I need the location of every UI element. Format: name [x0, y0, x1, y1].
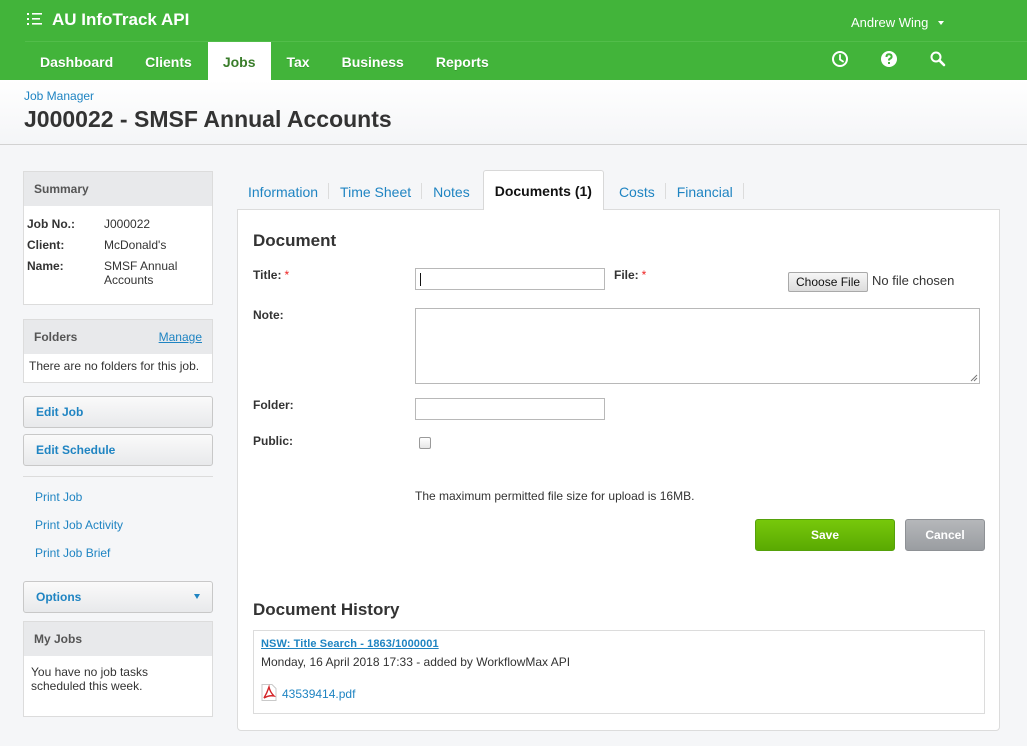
cancel-button[interactable]: Cancel [905, 519, 985, 551]
summary-value: J000022 [104, 217, 151, 231]
summary-key: Job No.: [27, 217, 75, 231]
file-size-hint: The maximum permitted file size for uplo… [415, 489, 695, 503]
file-label: File: * [614, 268, 646, 282]
summary-value: McDonald's [104, 238, 167, 252]
title-input[interactable] [415, 268, 605, 290]
tab-information[interactable]: Information [237, 173, 330, 210]
pdf-icon [261, 684, 277, 704]
sidebar: Summary Job No.: J000022 Client: McDonald'… [23, 171, 213, 717]
tab-costs[interactable]: Costs [604, 173, 666, 210]
app-title: AU InfoTrack API [52, 10, 190, 29]
options-dropdown[interactable]: Options [23, 581, 213, 613]
tab-time-sheet[interactable]: Time Sheet [329, 173, 423, 210]
required-mark: * [284, 268, 290, 282]
public-label: Public: [253, 434, 294, 448]
tab-documents[interactable]: Documents (1) [482, 170, 604, 210]
no-file-text: No file chosen [872, 273, 955, 288]
help-icon[interactable] [880, 50, 898, 68]
document-heading: Document [253, 231, 337, 250]
tab-label: Time Sheet [340, 184, 412, 200]
nav-clients[interactable]: Clients [129, 42, 208, 80]
tab-label: Financial [676, 184, 733, 200]
save-button[interactable]: Save [755, 519, 895, 551]
documents-panel: Document Title: * File: * Choose File No f… [237, 209, 1000, 731]
folders-heading: Folders Manage [24, 320, 212, 354]
choose-file-button[interactable]: Choose File [788, 272, 869, 292]
search-icon[interactable] [929, 50, 947, 68]
breadcrumb-job-manager[interactable]: Job Manager [24, 89, 94, 103]
manage-folders-link[interactable]: Manage [159, 320, 202, 354]
print-links: Print Job Print Job Activity Print Job B… [23, 477, 213, 567]
file-label-text: File: [614, 268, 639, 282]
user-menu[interactable]: Andrew Wing [851, 15, 945, 30]
nav-dashboard[interactable]: Dashboard [24, 42, 129, 80]
folder-label: Folder: [253, 398, 294, 412]
summary-heading: Summary [24, 172, 212, 206]
text-cursor [420, 273, 421, 286]
note-label: Note: [253, 308, 284, 322]
my-jobs-heading: My Jobs [24, 622, 212, 656]
tab-label: Information [248, 184, 319, 200]
required-mark: * [641, 268, 647, 282]
summary-row: Name: SMSF Annual Accounts [27, 259, 209, 287]
caret-down-icon [194, 594, 200, 599]
tab-financial[interactable]: Financial [666, 173, 744, 210]
job-tabs: Information Time Sheet Notes Documents (… [237, 170, 744, 210]
print-job-brief-link[interactable]: Print Job Brief [35, 539, 213, 567]
tab-label: Documents (1) [494, 183, 592, 199]
top-bar: AU InfoTrack API Andrew Wing Dashboard C… [0, 0, 1027, 80]
public-checkbox[interactable] [419, 437, 431, 449]
title-label-text: Title: [253, 268, 282, 282]
page-title: J000022 - SMSF Annual Accounts [24, 106, 392, 132]
summary-value: SMSF Annual Accounts [104, 259, 178, 287]
history-item-file: 43539414.pdf [261, 684, 355, 704]
print-job-link[interactable]: Print Job [35, 483, 213, 511]
summary-panel: Summary Job No.: J000022 Client: McDonald'… [23, 171, 213, 305]
folders-heading-text: Folders [34, 330, 78, 344]
resize-handle-icon[interactable] [969, 373, 978, 382]
nav-tax[interactable]: Tax [271, 42, 326, 80]
page-header: Job Manager J000022 - SMSF Annual Accoun… [0, 80, 1027, 145]
print-job-activity-link[interactable]: Print Job Activity [35, 511, 213, 539]
tab-label: Costs [618, 184, 655, 200]
my-jobs-text: You have no job tasks scheduled this wee… [31, 665, 148, 693]
history-item-meta: Monday, 16 April 2018 17:33 - added by W… [261, 655, 571, 669]
history-item: NSW: Title Search - 1863/1000001 Monday,… [253, 630, 985, 714]
summary-key: Client: [27, 238, 65, 252]
history-item-file-link[interactable]: 43539414.pdf [282, 687, 355, 701]
document-history-heading: Document History [253, 600, 400, 619]
list-icon[interactable] [27, 10, 43, 30]
my-jobs-heading-text: My Jobs [34, 632, 83, 646]
options-label: Options [36, 590, 82, 604]
edit-job-button[interactable]: Edit Job [23, 396, 213, 428]
caret-down-icon [938, 20, 945, 25]
summary-row: Client: McDonald's [27, 238, 209, 252]
folders-empty-text: There are no folders for this job. [29, 359, 200, 373]
clock-icon[interactable] [831, 50, 849, 68]
tab-label: Notes [433, 184, 470, 200]
my-jobs-panel: My Jobs You have no job tasks scheduled … [23, 621, 213, 717]
summary-key: Name: [27, 259, 64, 273]
history-item-title-link[interactable]: NSW: Title Search - 1863/1000001 [261, 638, 439, 650]
folder-input[interactable] [415, 398, 605, 420]
nav-jobs[interactable]: Jobs [207, 42, 271, 80]
main-nav: Dashboard Clients Jobs Tax Business Repo… [24, 42, 505, 80]
tab-separator [742, 183, 744, 199]
nav-business[interactable]: Business [326, 42, 420, 80]
nav-reports[interactable]: Reports [420, 42, 505, 80]
edit-schedule-button[interactable]: Edit Schedule [23, 434, 213, 466]
title-label: Title: * [253, 268, 289, 282]
summary-heading-text: Summary [34, 182, 89, 196]
summary-row: Job No.: J000022 [27, 217, 209, 231]
note-textarea[interactable] [415, 308, 980, 384]
app-brand[interactable]: AU InfoTrack API [27, 10, 189, 30]
nav-icons [831, 50, 978, 68]
tab-notes[interactable]: Notes [422, 173, 483, 210]
user-name: Andrew Wing [851, 15, 929, 30]
folders-panel: Folders Manage There are no folders for … [23, 319, 213, 383]
